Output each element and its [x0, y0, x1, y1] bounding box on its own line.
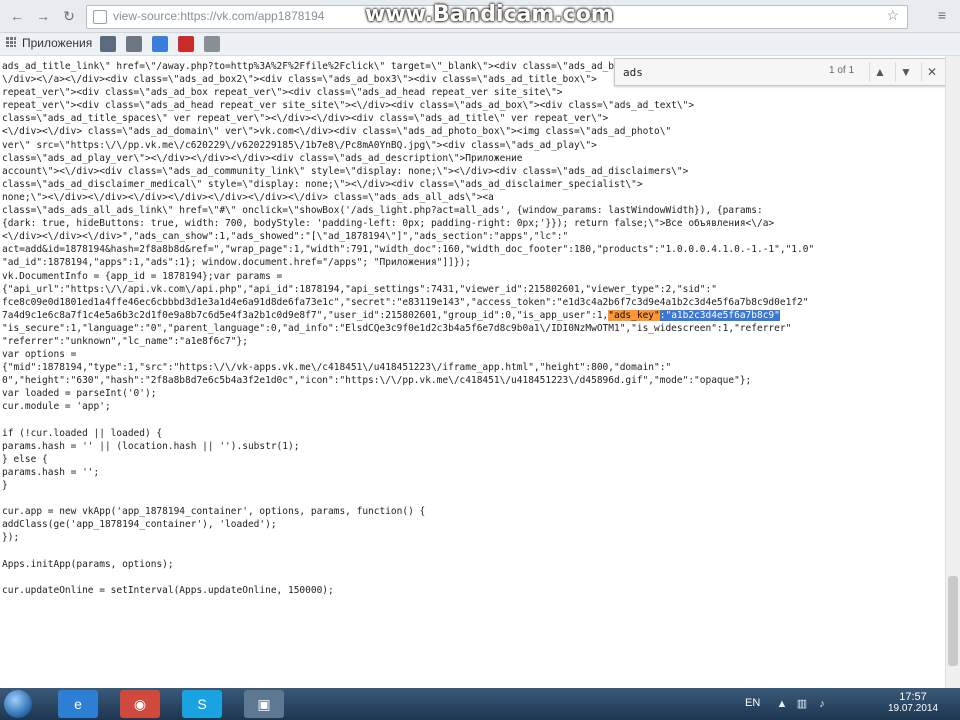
- source-line: [0, 571, 946, 584]
- source-line: var loaded = parseInt('0');: [2, 388, 157, 400]
- language-indicator[interactable]: EN: [745, 697, 760, 709]
- source-line: class=\"ads_ad_title_spaces\" ver repeat…: [2, 113, 609, 125]
- source-line: {"mid":1878194,"type":1,"src":"https:\/\…: [2, 362, 672, 374]
- bandicam-icon[interactable]: ▣: [244, 690, 284, 718]
- source-line: });: [2, 532, 20, 544]
- bookmark-3-icon[interactable]: [152, 36, 168, 52]
- source-line: <\/div><\/div><\/div>","ads_can_show":1,…: [2, 231, 569, 243]
- source-line: fce8c09e0d1801ed1a4ffe46ec6cbbbd3d1e3a1d…: [2, 296, 809, 308]
- menu-icon[interactable]: ≡: [934, 7, 950, 23]
- source-line: class=\"ads_ad_disclaimer_medical\" styl…: [2, 178, 643, 190]
- windows-taskbar: e ◉ S ▣ EN ▲ ▥ ♪ 17:57 19.07.2014: [0, 688, 960, 720]
- source-line: [0, 544, 946, 557]
- source-line: [0, 492, 946, 505]
- source-line: act=add&id=1878194&hash=2f8a8b8d&ref=","…: [2, 244, 815, 256]
- forward-arrow-icon[interactable]: →: [34, 7, 52, 25]
- chrome-icon[interactable]: ◉: [120, 690, 160, 718]
- source-line: [0, 414, 946, 427]
- find-match-count: 1 of 1: [829, 65, 855, 76]
- find-input[interactable]: [621, 62, 825, 82]
- source-line: Apps.initApp(params, options);: [2, 558, 174, 570]
- back-arrow-icon[interactable]: ←: [8, 7, 26, 25]
- source-line: repeat_ver\"><div class=\"ads_ad_head re…: [2, 100, 695, 112]
- source-line: params.hash = '' || (location.hash || ''…: [2, 440, 300, 452]
- source-view[interactable]: ads_ad_title_link\" href=\"/away.php?to=…: [0, 56, 946, 688]
- source-line: vk.DocumentInfo = {app_id = 1878194};var…: [2, 270, 283, 282]
- clock-time: 17:57: [899, 691, 927, 703]
- source-line: {"api_url":"https:\/\/api.vk.com\/api.ph…: [2, 283, 717, 295]
- source-line: none;\"><\/div><\/div><\/div><\/div><\/d…: [2, 191, 494, 203]
- apps-label: Приложения: [22, 36, 93, 50]
- source-line: cur.updateOnline = setInterval(Apps.upda…: [2, 584, 334, 596]
- source-line: class=\"ads_ads_all_ads_link\" href=\"#\…: [2, 205, 763, 217]
- source-line: cur.app = new vkApp('app_1878194_contain…: [2, 506, 426, 518]
- bookmarks-bar: Приложения: [0, 33, 960, 56]
- source-line: params.hash = '';: [2, 466, 100, 478]
- volume-icon[interactable]: ♪: [815, 697, 829, 711]
- bookmark-grid-icon[interactable]: [126, 36, 142, 52]
- reload-icon[interactable]: ↻: [60, 7, 78, 25]
- find-next-button[interactable]: ▼: [895, 62, 916, 82]
- source-line: } else {: [2, 453, 48, 465]
- ie-icon[interactable]: e: [58, 690, 98, 718]
- bookmark-star-icon[interactable]: ☆: [886, 7, 899, 24]
- bookmark-1-icon[interactable]: [100, 36, 116, 52]
- find-bar: 1 of 1 ▲ ▼ ✕: [614, 58, 946, 86]
- clock-date: 19.07.2014: [887, 703, 939, 714]
- source-line: repeat_ver\"><div class=\"ads_ad_box rep…: [2, 87, 563, 99]
- source-line: "is_secure":1,"language":"0","parent_lan…: [2, 322, 792, 334]
- text-selection: :"a1b2c3d4e5f6a7b8c9": [659, 309, 780, 321]
- start-button[interactable]: [4, 690, 32, 718]
- source-line: cur.module = 'app';: [2, 401, 111, 413]
- bookmark-5-icon[interactable]: [204, 36, 220, 52]
- source-line: addClass(ge('app_1878194_container'), 'l…: [2, 519, 277, 531]
- source-line: account\"><\/div><div class=\"ads_ad_com…: [2, 165, 689, 177]
- source-line: }: [2, 480, 8, 491]
- source-line: if (!cur.loaded || loaded) {: [2, 427, 163, 439]
- recording-watermark: www.Bandicam.com: [365, 2, 614, 27]
- find-match-highlight: "ads_key": [608, 309, 660, 321]
- source-line: "referrer":"unknown","lc_name":"a1e8f6c7…: [2, 335, 248, 347]
- vertical-scrollbar[interactable]: [945, 56, 960, 688]
- find-close-button[interactable]: ✕: [921, 62, 942, 82]
- network-icon[interactable]: ▥: [795, 697, 809, 711]
- skype-icon[interactable]: S: [182, 690, 222, 718]
- address-url[interactable]: view-source:https://vk.com/app1878194: [113, 9, 373, 23]
- source-lines: ads_ad_title_link\" href=\"/away.php?to=…: [0, 60, 946, 597]
- source-line: 7a4d9c1e6c8a7f1c4e5a6b3c2d1f0e9a8b7c6d5e…: [2, 309, 780, 321]
- source-line: 0","height":"630","hash":"2f8a8b8d7e6c5b…: [2, 375, 752, 387]
- apps-grid-icon: [6, 37, 16, 47]
- source-line: ver\" src=\"https:\/\/pp.vk.me\/c620229\…: [2, 139, 597, 151]
- find-prev-button[interactable]: ▲: [869, 62, 890, 82]
- page-icon: [93, 10, 107, 24]
- source-line: {dark: true, hideButtons: true, width: 7…: [2, 218, 775, 230]
- apps-bookmark[interactable]: Приложения: [6, 36, 92, 50]
- tray-arrow-icon[interactable]: ▲: [775, 697, 789, 711]
- system-clock[interactable]: 17:57 19.07.2014: [878, 691, 948, 714]
- source-line: class=\"ads_ad_play_ver\"><\/div><\/div>…: [2, 152, 523, 164]
- bookmark-youtube-icon[interactable]: [178, 36, 194, 52]
- source-line: "ad_id":1878194,"apps":1,"ads":1}; windo…: [2, 257, 471, 269]
- source-line: var options =: [2, 349, 77, 361]
- scroll-thumb[interactable]: [948, 576, 958, 666]
- source-line: <\/div><\/div> class=\"ads_ad_domain\" v…: [2, 126, 672, 138]
